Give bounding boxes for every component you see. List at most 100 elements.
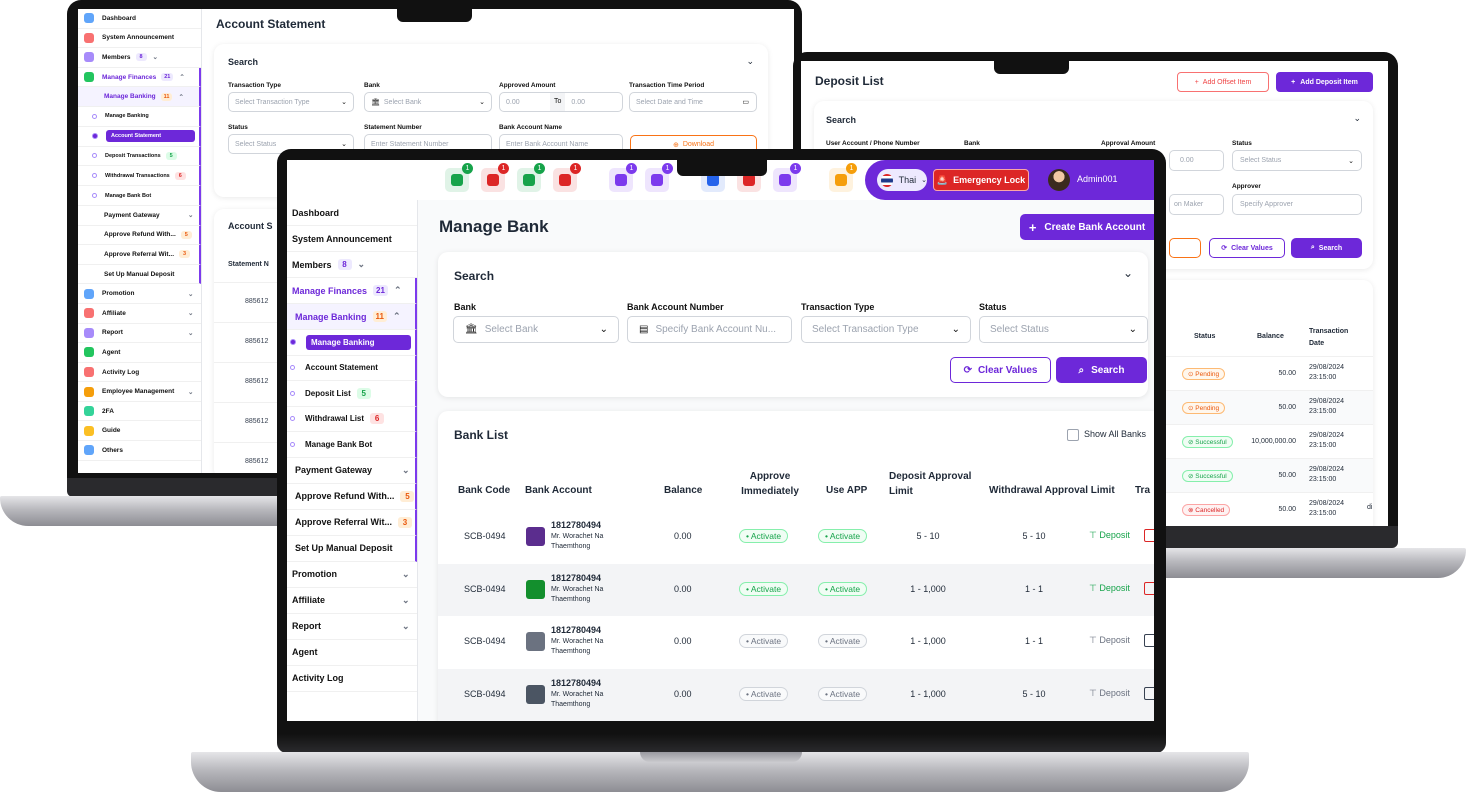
- sidebar-item-manage-banking[interactable]: Manage Banking: [78, 106, 201, 127]
- decision-maker-input[interactable]: on Maker: [1169, 194, 1224, 215]
- sidebar-item-approve-refund-with[interactable]: Approve Refund With... 5: [287, 483, 417, 510]
- sidebar-item-others[interactable]: Others: [78, 441, 201, 461]
- bank-row[interactable]: SCB-0494 1812780494 Mr. Worachet Na Thaemth…: [438, 616, 1154, 669]
- approved-amount-range[interactable]: 0.00 To 0.00: [499, 92, 623, 112]
- sidebar-item-employee-management[interactable]: Employee Management ⌄: [78, 382, 201, 402]
- sidebar-item-approve-referral-wit[interactable]: Approve Referral Wit... 3: [78, 245, 201, 265]
- bell-icon[interactable]: 1: [829, 163, 857, 192]
- transaction-type-select[interactable]: Select Transaction Type ⌄: [801, 316, 971, 343]
- sidebar-item-guide[interactable]: Guide: [78, 421, 201, 442]
- chevron-down-icon: ⌄: [357, 259, 366, 269]
- search-button[interactable]: ⌕ Search: [1291, 238, 1362, 258]
- house-icon[interactable]: 1: [553, 163, 581, 192]
- bank-row[interactable]: SCB-0494 1812780494 Mr. Worachet Na Thaemth…: [438, 511, 1154, 564]
- approve-toggle[interactable]: • Activate: [739, 581, 789, 596]
- sidebar-item-promotion[interactable]: Promotion ⌄: [287, 562, 417, 588]
- withdraw-icon[interactable]: [1144, 634, 1154, 647]
- sidebar-item-account-statement[interactable]: Account Statement: [287, 355, 417, 381]
- deposit-action[interactable]: ⊤ Deposit: [1089, 583, 1130, 594]
- show-all-checkbox[interactable]: [1067, 429, 1079, 441]
- sidebar-item-approve-refund-with[interactable]: Approve Refund With... 5: [78, 225, 201, 246]
- sidebar-item-set-up-manual-deposit[interactable]: Set Up Manual Deposit: [287, 535, 417, 562]
- use-app-toggle[interactable]: • Activate: [818, 581, 868, 596]
- clear-values-button[interactable]: ⟳ Clear Values: [1209, 238, 1285, 258]
- deposit-action[interactable]: ⊤ Deposit: [1089, 688, 1130, 699]
- sidebar-item-dashboard[interactable]: Dashboard: [287, 200, 417, 226]
- network-icon[interactable]: 1: [645, 163, 673, 192]
- sidebar-item-report[interactable]: Report ⌄: [287, 614, 417, 640]
- bank-select[interactable]: 🏛 Select Bank ⌄: [364, 92, 492, 112]
- sidebar-item-withdrawal-list[interactable]: Withdrawal List 6: [287, 406, 417, 432]
- sidebar-item-deposit-list[interactable]: Deposit List 5: [287, 381, 417, 407]
- chevron-down-icon[interactable]: ⌄: [746, 56, 754, 67]
- search-button[interactable]: ⌕ Search: [1056, 357, 1147, 383]
- account-number-input[interactable]: ▤ Specify Bank Account Nu...: [627, 316, 792, 343]
- sidebar-item-system-announcement[interactable]: System Announcement: [287, 226, 417, 252]
- withdraw-icon[interactable]: [1144, 686, 1154, 700]
- sidebar-item-system-announcement[interactable]: System Announcement: [78, 29, 201, 49]
- status-select[interactable]: Select Status ⌄: [979, 316, 1148, 343]
- avatar[interactable]: [1048, 169, 1070, 191]
- language-select[interactable]: Thai ⌄: [877, 169, 927, 191]
- sidebar-item-approve-referral-wit[interactable]: Approve Referral Wit... 3: [287, 509, 417, 536]
- status-select[interactable]: Select Status ⌄: [1232, 150, 1362, 171]
- use-app-toggle[interactable]: • Activate: [818, 634, 868, 648]
- approve-toggle[interactable]: • Activate: [739, 686, 789, 701]
- clear-values-button[interactable]: ⟳ Clear Values: [950, 357, 1051, 383]
- sidebar-item-withdrawal-transactions[interactable]: Withdrawal Transactions 6: [78, 166, 201, 187]
- sidebar-item-manage-finances[interactable]: Manage Finances 21 ⌃: [287, 278, 417, 304]
- sidebar-item-payment-gateway[interactable]: Payment Gateway ⌄: [78, 205, 201, 226]
- sidebar-item-manage-bank-bot[interactable]: Manage Bank Bot: [78, 186, 201, 206]
- sidebar-item-payment-gateway[interactable]: Payment Gateway ⌄: [287, 457, 417, 484]
- use-app-toggle[interactable]: • Activate: [818, 686, 868, 701]
- sidebar-item-agent[interactable]: Agent: [78, 343, 201, 363]
- approve-toggle[interactable]: • Activate: [739, 634, 789, 648]
- sidebar-item-affiliate[interactable]: Affiliate ⌄: [78, 304, 201, 324]
- sidebar-item-set-up-manual-deposit[interactable]: Set Up Manual Deposit: [78, 264, 201, 285]
- coins-icon[interactable]: 1: [609, 163, 637, 192]
- deposit-action[interactable]: ⊤ Deposit: [1089, 635, 1130, 646]
- withdraw-icon[interactable]: [1144, 581, 1154, 595]
- sidebar-item-affiliate[interactable]: Affiliate ⌄: [287, 588, 417, 614]
- transaction-type-select[interactable]: Select Transaction Type ⌄: [228, 92, 354, 112]
- sidebar-item-dashboard[interactable]: Dashboard: [78, 9, 201, 29]
- bank-select[interactable]: 🏛 Select Bank ⌄: [453, 316, 619, 343]
- amount-from[interactable]: 0.00: [500, 99, 550, 106]
- use-app-toggle[interactable]: • Activate: [818, 529, 868, 543]
- sidebar-item-deposit-transactions[interactable]: Deposit Transactions 5: [78, 146, 201, 167]
- sidebar-item-report[interactable]: Report ⌄: [78, 324, 201, 344]
- download-button[interactable]: [1169, 238, 1201, 258]
- sidebar-item-account-statement[interactable]: Account Statement: [78, 126, 201, 147]
- approver-input[interactable]: Specify Approver: [1232, 194, 1362, 215]
- plant-icon[interactable]: 1: [517, 163, 545, 192]
- sidebar-item-activity-log[interactable]: Activity Log: [78, 363, 201, 383]
- money-bag-icon[interactable]: 1: [445, 163, 473, 192]
- transfer-icon[interactable]: 1: [481, 163, 509, 192]
- sidebar-item-agent[interactable]: Agent: [287, 640, 417, 666]
- add-deposit-button[interactable]: + Add Deposit Item: [1276, 72, 1373, 92]
- gift-icon[interactable]: 1: [773, 163, 801, 192]
- sidebar-item-2fa[interactable]: 2FA: [78, 402, 201, 422]
- sidebar-item-manage-banking[interactable]: Manage Banking: [287, 330, 417, 356]
- withdraw-icon[interactable]: [1144, 529, 1154, 542]
- chevron-down-icon[interactable]: ⌄: [1353, 113, 1361, 124]
- bank-row[interactable]: SCB-0494 1812780494 Mr. Worachet Na Thaemth…: [438, 563, 1154, 616]
- sidebar-item-promotion[interactable]: Promotion ⌄: [78, 284, 201, 304]
- chevron-down-icon[interactable]: ⌄: [1123, 266, 1133, 280]
- add-offset-button[interactable]: + Add Offset Item: [1177, 72, 1269, 92]
- sidebar-item-manage-finances[interactable]: Manage Finances 21 ⌃: [78, 67, 201, 88]
- date-picker[interactable]: Select Date and Time ▭: [629, 92, 757, 112]
- sidebar-item-members[interactable]: Members 8 ⌄: [78, 48, 201, 68]
- sidebar-item-manage-banking[interactable]: Manage Banking 11 ⌃: [78, 87, 201, 107]
- sidebar-item-manage-bank-bot[interactable]: Manage Bank Bot: [287, 432, 417, 458]
- sidebar-item-manage-banking[interactable]: Manage Banking 11 ⌃: [287, 304, 417, 330]
- emergency-lock-button[interactable]: 🚨 Emergency Lock: [933, 169, 1029, 191]
- sidebar-item-activity-log[interactable]: Activity Log: [287, 666, 417, 692]
- deposit-action[interactable]: ⊤ Deposit: [1089, 530, 1130, 541]
- amount-to[interactable]: 0.00: [565, 99, 585, 106]
- bank-row[interactable]: SCB-0494 1812780494 Mr. Worachet Na Thaemth…: [438, 668, 1154, 721]
- approval-amount-input[interactable]: 0.00: [1169, 150, 1224, 171]
- approve-toggle[interactable]: • Activate: [739, 529, 789, 543]
- create-bank-account-button[interactable]: + Create Bank Account: [1020, 214, 1154, 240]
- sidebar-item-members[interactable]: Members 8 ⌄: [287, 252, 417, 278]
